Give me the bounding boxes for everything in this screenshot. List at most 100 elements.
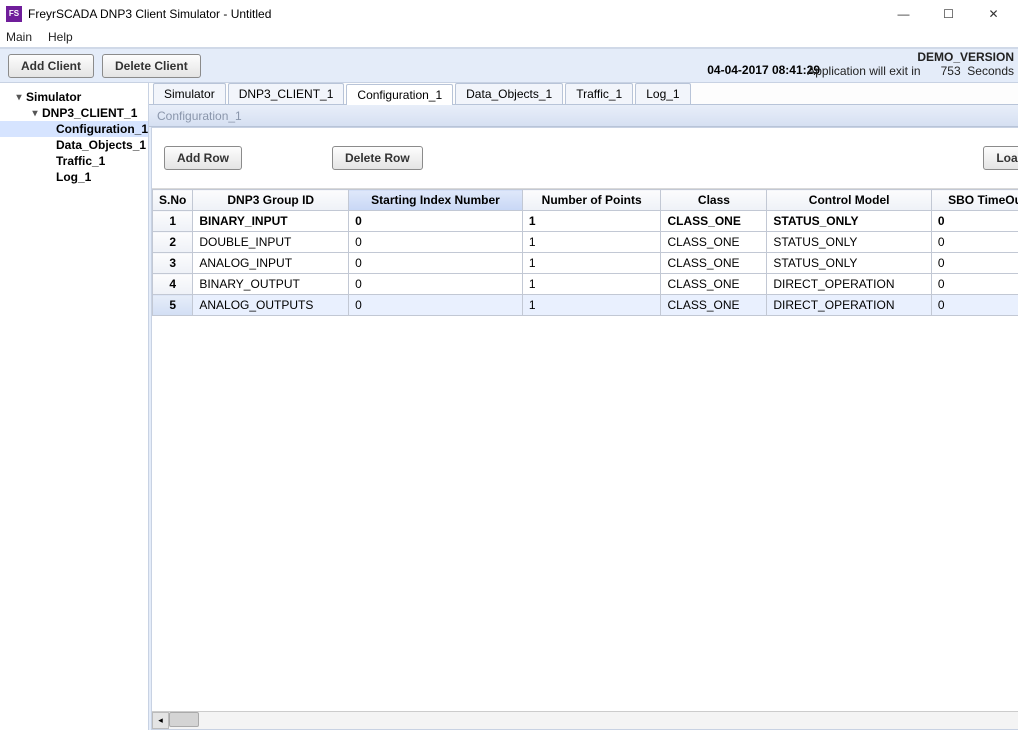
table-row[interactable]: 4BINARY_OUTPUT01CLASS_ONEDIRECT_OPERATIO… [153,274,1018,295]
table-cell[interactable]: ANALOG_OUTPUTS [193,295,349,316]
table-cell[interactable]: 1 [522,232,661,253]
scroll-left-arrow[interactable]: ◂ [152,712,169,729]
table-cell[interactable]: CLASS_ONE [661,295,767,316]
load-configuration-button[interactable]: Load Configuration [983,146,1018,170]
table-cell[interactable]: 0 [931,295,1018,316]
exit-unit: Seconds [967,64,1014,78]
table-cell[interactable]: 1 [522,274,661,295]
title-bar: FS FreyrSCADA DNP3 Client Simulator - Un… [0,0,1018,27]
column-header[interactable]: Control Model [767,190,931,211]
config-table: S.NoDNP3 Group IDStarting Index NumberNu… [152,189,1018,316]
table-cell[interactable]: ANALOG_INPUT [193,253,349,274]
menu-help[interactable]: Help [48,30,73,44]
menu-bar: Main Help [0,27,1018,49]
table-cell[interactable]: BINARY_INPUT [193,211,349,232]
tab-simulator[interactable]: Simulator [153,83,226,104]
table-cell[interactable]: 1 [153,211,193,232]
table-cell[interactable]: 0 [931,211,1018,232]
table-cell[interactable]: CLASS_ONE [661,253,767,274]
maximize-button[interactable]: ☐ [926,1,971,27]
tree-item-log_1[interactable]: Log_1 [0,169,148,185]
table-cell[interactable]: DOUBLE_INPUT [193,232,349,253]
table-cell[interactable]: 4 [153,274,193,295]
table-cell[interactable]: 0 [349,211,523,232]
add-row-button[interactable]: Add Row [164,146,242,170]
close-button[interactable]: ✕ [971,1,1016,27]
tree-client[interactable]: ▾ DNP3_CLIENT_1 [0,105,148,121]
tree-item-configuration_1[interactable]: Configuration_1 [0,121,148,137]
tree-root-label: Simulator [26,90,81,104]
column-header[interactable]: Number of Points [522,190,661,211]
app-icon: FS [6,6,22,22]
table-cell[interactable]: 0 [349,253,523,274]
window-title: FreyrSCADA DNP3 Client Simulator - Untit… [28,7,881,21]
panel-header: Configuration_1 [149,105,1018,127]
delete-client-button[interactable]: Delete Client [102,54,201,78]
table-cell[interactable]: STATUS_ONLY [767,211,931,232]
sidebar: ▾ Simulator ▾ DNP3_CLIENT_1 Configuratio… [0,83,149,730]
status-area: DEMO_VERSION Application will exit in 75… [807,50,1014,78]
action-row: Add Row Delete Row Load Configuration [152,128,1018,189]
panel-body: Add Row Delete Row Load Configuration S.… [151,127,1018,730]
table-cell[interactable]: 3 [153,253,193,274]
timestamp: 04-04-2017 08:41:29 [707,63,820,77]
main-area: ▾ Simulator ▾ DNP3_CLIENT_1 Configuratio… [0,83,1018,730]
tab-configuration_1[interactable]: Configuration_1 [346,84,453,105]
add-client-button[interactable]: Add Client [8,54,94,78]
table-cell[interactable]: 0 [349,295,523,316]
table-row[interactable]: 1BINARY_INPUT01CLASS_ONESTATUS_ONLY00 [153,211,1018,232]
tree-item-data_objects_1[interactable]: Data_Objects_1 [0,137,148,153]
window-controls: — ☐ ✕ [881,1,1016,27]
column-header[interactable]: S.No [153,190,193,211]
tree-root[interactable]: ▾ Simulator [0,89,148,105]
menu-main[interactable]: Main [6,30,32,44]
delete-row-button[interactable]: Delete Row [332,146,423,170]
tree-item-label: Traffic_1 [56,154,105,168]
tab-log_1[interactable]: Log_1 [635,83,690,104]
exit-prefix: Application will exit in [807,64,920,78]
tab-data_objects_1[interactable]: Data_Objects_1 [455,83,563,104]
exit-countdown: Application will exit in 753 Seconds [807,64,1014,78]
tab-bar: SimulatorDNP3_CLIENT_1Configuration_1Dat… [149,83,1018,105]
grid-wrapper[interactable]: S.NoDNP3 Group IDStarting Index NumberNu… [152,189,1018,711]
content-area: SimulatorDNP3_CLIENT_1Configuration_1Dat… [149,83,1018,730]
table-cell[interactable]: DIRECT_OPERATION [767,274,931,295]
table-cell[interactable]: STATUS_ONLY [767,232,931,253]
table-cell[interactable]: 2 [153,232,193,253]
table-cell[interactable]: 0 [931,274,1018,295]
table-row[interactable]: 3ANALOG_INPUT01CLASS_ONESTATUS_ONLY00 [153,253,1018,274]
table-cell[interactable]: 1 [522,211,661,232]
table-cell[interactable]: DIRECT_OPERATION [767,295,931,316]
column-header[interactable]: Starting Index Number [349,190,523,211]
table-cell[interactable]: CLASS_ONE [661,211,767,232]
column-header[interactable]: SBO TimeOut [931,190,1018,211]
table-cell[interactable]: 0 [349,232,523,253]
table-row[interactable]: 5ANALOG_OUTPUTS01CLASS_ONEDIRECT_OPERATI… [153,295,1018,316]
table-row[interactable]: 2DOUBLE_INPUT01CLASS_ONESTATUS_ONLY00 [153,232,1018,253]
horizontal-scrollbar[interactable]: ◂ ▸ [152,711,1018,729]
table-cell[interactable]: BINARY_OUTPUT [193,274,349,295]
tab-traffic_1[interactable]: Traffic_1 [565,83,633,104]
scroll-thumb[interactable] [169,712,199,727]
tree-client-label: DNP3_CLIENT_1 [42,106,137,120]
tab-dnp3_client_1[interactable]: DNP3_CLIENT_1 [228,83,345,104]
minimize-button[interactable]: — [881,1,926,27]
table-cell[interactable]: 0 [349,274,523,295]
chevron-down-icon: ▾ [28,108,42,119]
table-cell[interactable]: CLASS_ONE [661,274,767,295]
table-cell[interactable]: 0 [931,253,1018,274]
table-cell[interactable]: 0 [931,232,1018,253]
exit-seconds: 753 [941,64,961,78]
scroll-track[interactable] [169,712,1018,729]
table-cell[interactable]: STATUS_ONLY [767,253,931,274]
toolbar: Add Client Delete Client 04-04-2017 08:4… [0,49,1018,83]
column-header[interactable]: Class [661,190,767,211]
table-cell[interactable]: 1 [522,253,661,274]
table-cell[interactable]: 1 [522,295,661,316]
table-cell[interactable]: 5 [153,295,193,316]
tree-item-label: Data_Objects_1 [56,138,146,152]
column-header[interactable]: DNP3 Group ID [193,190,349,211]
table-cell[interactable]: CLASS_ONE [661,232,767,253]
demo-version-label: DEMO_VERSION [807,50,1014,64]
tree-item-traffic_1[interactable]: Traffic_1 [0,153,148,169]
